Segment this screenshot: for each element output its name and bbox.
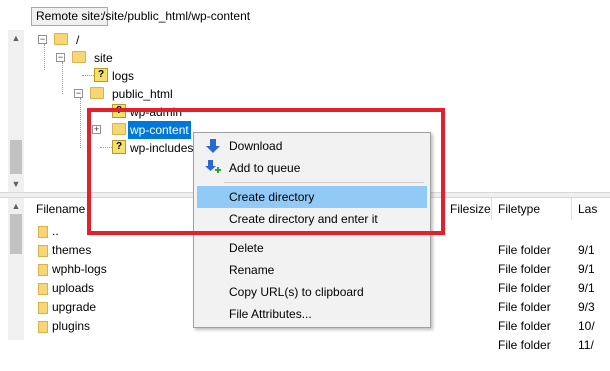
file-date: 10/ [578, 319, 595, 333]
file-type: File folder [498, 300, 551, 314]
tree-scroll-thumb[interactable] [10, 140, 22, 174]
tree-node-label: site [94, 51, 113, 65]
file-type: File folder [498, 243, 551, 257]
folder-icon [72, 51, 86, 63]
tree-node-label: logs [112, 69, 135, 83]
collapse-toggle-icon[interactable]: − [56, 53, 65, 62]
file-date: 9/3 [578, 300, 595, 314]
scroll-up-arrow-icon[interactable]: ▲ [8, 30, 24, 46]
tree-connector [80, 98, 81, 148]
folder-icon [38, 245, 48, 257]
folder-icon [38, 321, 48, 333]
list-scrollbar[interactable]: ▲ [8, 198, 24, 340]
file-date: 9/1 [578, 262, 595, 276]
file-type: File folder [498, 262, 551, 276]
file-name: themes [52, 243, 92, 257]
menu-item-label: Copy URL(s) to clipboard [229, 285, 364, 299]
file-type: File folder [498, 281, 551, 295]
menu-item-delete[interactable]: Delete [197, 237, 427, 259]
scroll-down-arrow-icon[interactable]: ▼ [8, 176, 24, 192]
file-type: File folder [498, 338, 551, 352]
file-name: plugins [52, 319, 91, 333]
folder-icon [38, 283, 48, 295]
remote-path-bar: Remote site: /site/public_html/wp-conten… [0, 0, 610, 30]
tree-scrollbar[interactable]: ▲ ▼ [8, 30, 24, 192]
tree-connector [44, 44, 45, 70]
tree-node-label: / [76, 33, 80, 47]
column-header-filesize[interactable]: Filesize [444, 198, 492, 220]
file-type: File folder [498, 319, 551, 333]
tree-node-label: public_html [112, 87, 173, 101]
collapse-toggle-icon[interactable]: − [74, 89, 83, 98]
menu-item-label: Delete [229, 241, 264, 255]
menu-item-label: Rename [229, 263, 275, 277]
file-name: uploads [52, 281, 95, 295]
file-name: upgrade [52, 300, 97, 314]
folder-icon [54, 33, 68, 45]
remote-path-input[interactable]: /site/public_html/wp-content [102, 7, 602, 26]
tree-connector [62, 62, 63, 94]
collapse-toggle-icon[interactable]: − [38, 35, 47, 44]
folder-icon [38, 226, 48, 238]
file-date: 9/1 [578, 281, 595, 295]
unknown-folder-icon: ? [94, 68, 108, 82]
list-scroll-thumb[interactable] [10, 214, 22, 254]
menu-item-file-attributes[interactable]: File Attributes... [197, 303, 427, 325]
remote-site-label: Remote site: [31, 7, 109, 26]
menu-item-label: File Attributes... [229, 307, 312, 321]
tree-connector [82, 75, 94, 76]
file-name: wphb-logs [52, 262, 107, 276]
annotation-highlight-box [87, 108, 445, 235]
scroll-up-arrow-icon[interactable]: ▲ [8, 198, 24, 214]
file-name: .. [52, 224, 59, 238]
menu-item-copy-url[interactable]: Copy URL(s) to clipboard [197, 281, 427, 303]
menu-item-rename[interactable]: Rename [197, 259, 427, 281]
folder-icon [38, 302, 48, 314]
file-date: 9/1 [578, 243, 595, 257]
folder-icon [90, 87, 104, 99]
file-date: 11/ [578, 338, 594, 352]
column-header-last-modified[interactable]: Las [572, 198, 610, 220]
column-header-filetype[interactable]: Filetype [492, 198, 572, 220]
folder-icon [38, 264, 48, 276]
table-row[interactable]: File folder 11/ [30, 336, 610, 355]
